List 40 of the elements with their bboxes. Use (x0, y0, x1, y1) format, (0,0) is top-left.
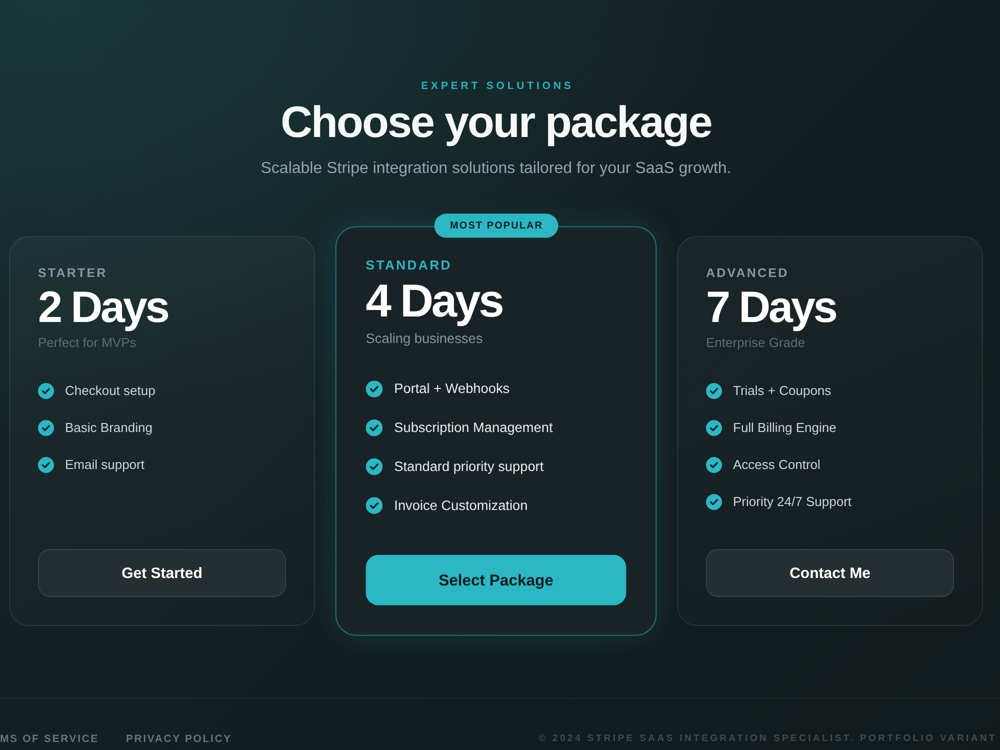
check-icon (366, 497, 383, 514)
check-icon (366, 458, 383, 476)
feature-text: Trials + Coupons (733, 382, 832, 400)
feature-text: Priority 24/7 Support (733, 493, 852, 511)
footer-link[interactable]: PRIVACY POLICY (126, 732, 232, 746)
feature-text: Invoice Customization (394, 496, 528, 515)
page-title: Choose your package (280, 97, 712, 149)
check-icon (706, 494, 722, 510)
feature-text: Full Billing Engine (733, 419, 836, 437)
check-icon (366, 419, 383, 436)
check-icon (38, 383, 54, 399)
plan-button[interactable]: Select Package (366, 554, 626, 606)
feature-text: Checkout setup (65, 382, 156, 400)
check-icon (38, 457, 54, 473)
check-icon (706, 457, 722, 473)
plan-duration: 7 Days (706, 285, 837, 331)
plan-tagline: Perfect for MVPs (38, 334, 138, 352)
plan-name: STARTER (38, 265, 108, 281)
check-icon (706, 420, 722, 436)
plan-button[interactable]: Contact Me (706, 549, 954, 597)
copyright-text: © 2024 STRIPE SAAS INTEGRATION SPECIALIST. PORTFOLIO VARIANT (538, 732, 997, 746)
plan-name: ADVANCED (706, 265, 790, 281)
popular-badge: MOST POPULAR (434, 214, 558, 238)
check-icon (38, 420, 54, 436)
check-icon (706, 383, 722, 399)
feature-text: Email support (65, 456, 144, 474)
feature-text: Portal + Webhooks (394, 380, 510, 398)
feature-text: Basic Branding (65, 419, 152, 437)
page-subtitle: Scalable Stripe integration solutions tailored for your SaaS growth. (260, 159, 732, 179)
check-icon (366, 380, 383, 398)
plan-tagline: Scaling businesses (366, 329, 484, 348)
feature-text: Access Control (733, 456, 820, 474)
plan-button[interactable]: Get Started (38, 549, 286, 597)
plan-name: STANDARD (366, 256, 453, 274)
feature-text: Subscription Management (394, 418, 553, 438)
plan-duration: 4 Days (366, 278, 504, 326)
section-eyebrow: EXPERT SOLUTIONS (420, 79, 574, 93)
feature-text: Standard priority support (394, 457, 544, 476)
plan-tagline: Enterprise Grade (706, 334, 806, 352)
plan-duration: 2 Days (38, 285, 169, 331)
